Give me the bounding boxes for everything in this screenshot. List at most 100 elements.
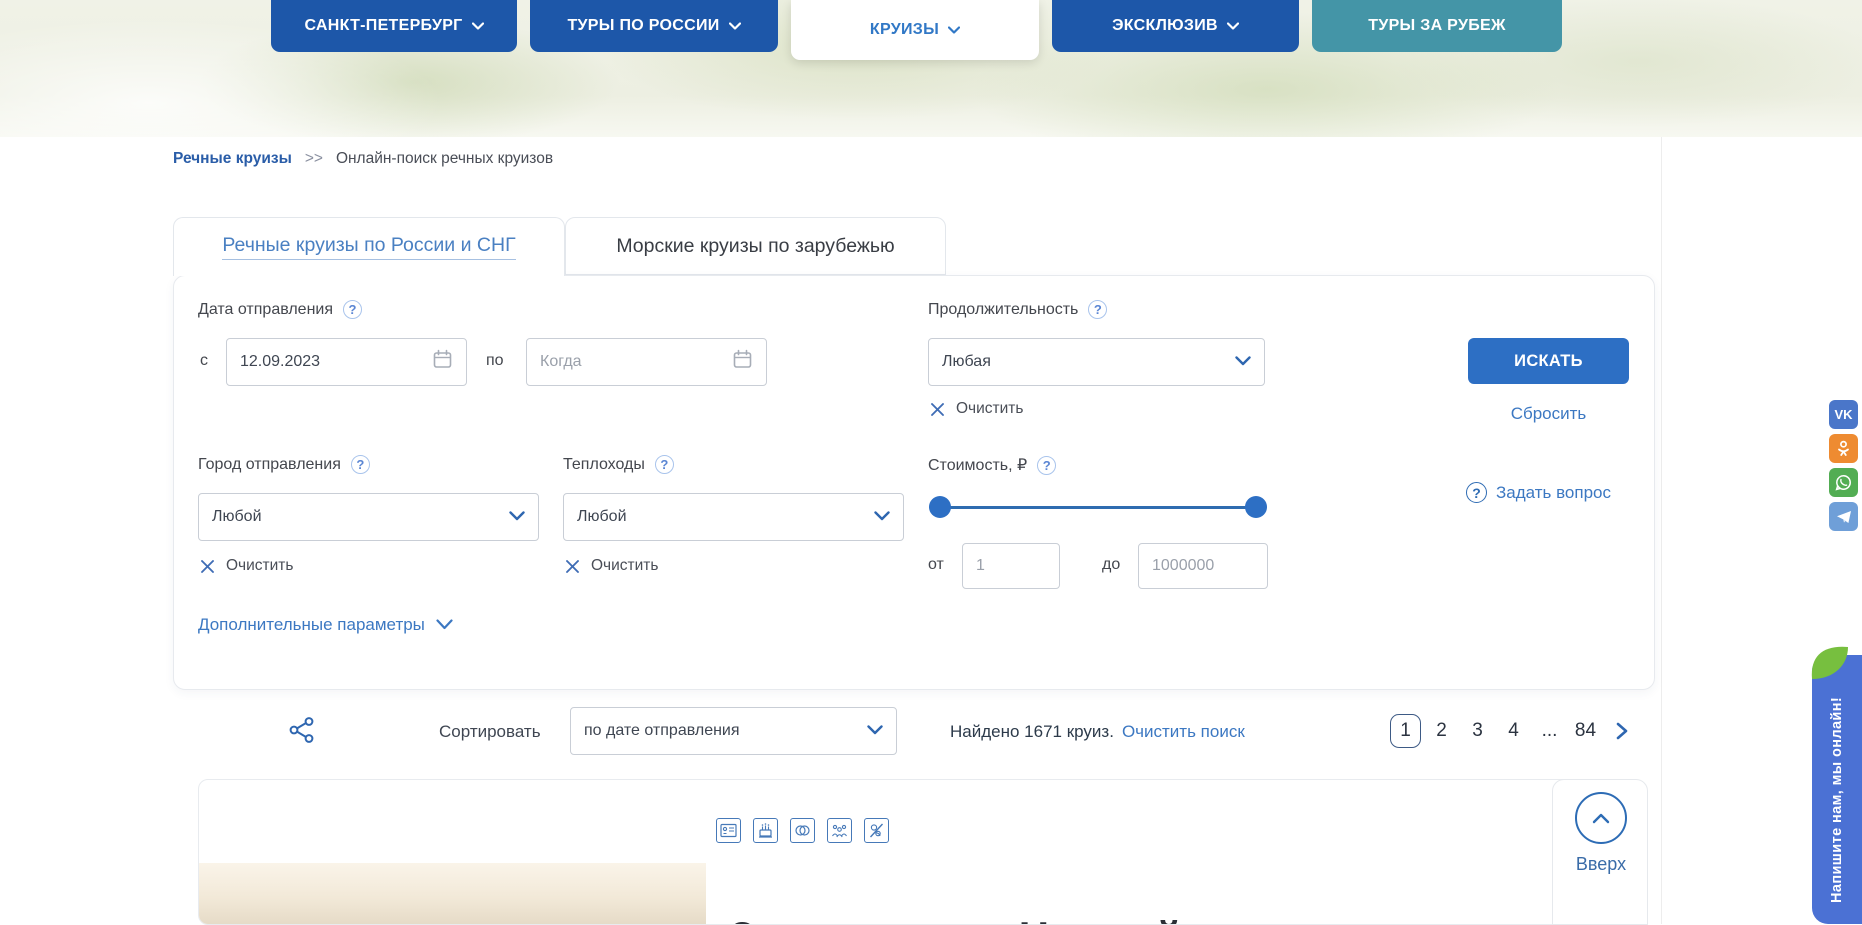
whatsapp-icon[interactable] xyxy=(1829,468,1858,497)
id-card-icon[interactable] xyxy=(716,818,741,843)
vk-icon[interactable]: VK xyxy=(1829,400,1858,429)
help-icon[interactable]: ? xyxy=(1088,300,1107,319)
breadcrumb-current: Онлайн-поиск речных круизов xyxy=(336,150,553,168)
help-icon[interactable]: ? xyxy=(1037,456,1056,475)
cruise-title-clipped[interactable]: Знакомьтесь, Нижний xyxy=(729,913,1182,925)
sort-label: Сортировать xyxy=(439,722,541,742)
extra-params-label: Дополнительные параметры xyxy=(198,615,425,635)
page-button-1[interactable]: 1 xyxy=(1390,714,1421,748)
price-to-input[interactable]: 1000000 xyxy=(1138,543,1268,589)
price-to-value: 1000000 xyxy=(1152,557,1214,575)
results-summary: Найдено 1671 круиз. Очистить поиск xyxy=(950,722,1245,742)
chevron-down-icon xyxy=(867,722,883,740)
price-slider-track[interactable] xyxy=(940,506,1256,509)
cruise-card[interactable]: Знакомьтесь, Нижний xyxy=(198,779,1630,925)
group-icon[interactable] xyxy=(827,818,852,843)
chevron-down-icon xyxy=(1235,353,1251,371)
chevron-down-icon xyxy=(874,508,890,526)
nav-button-cruises[interactable]: КРУИЗЫ xyxy=(791,0,1039,60)
nav-button-label: ЭКСКЛЮЗИВ xyxy=(1112,17,1218,35)
no-children-icon[interactable] xyxy=(864,818,889,843)
chevron-down-icon xyxy=(509,508,525,526)
departure-city-label: Город отправления ? xyxy=(198,455,370,474)
page-button-last[interactable]: 84 xyxy=(1570,714,1601,748)
nav-button-exclusive[interactable]: ЭКСКЛЮЗИВ xyxy=(1052,0,1299,52)
nav-button-label: САНКТ-ПЕТЕРБУРГ xyxy=(304,17,462,35)
chat-widget-tab[interactable]: Напишите нам, мы онлайн! xyxy=(1812,655,1862,924)
city-value: Любой xyxy=(212,508,262,526)
birthday-cake-icon[interactable] xyxy=(753,818,778,843)
ships-select[interactable]: Любой xyxy=(563,493,904,541)
breadcrumb: Речные круизы >> Онлайн-поиск речных кру… xyxy=(173,150,553,168)
calendar-icon[interactable] xyxy=(732,349,753,375)
leaf-icon xyxy=(1808,643,1850,681)
found-count-text: Найдено 1671 круиз. xyxy=(950,722,1114,742)
nav-button-label: ТУРЫ ЗА РУБЕЖ xyxy=(1368,17,1505,35)
help-icon[interactable]: ? xyxy=(343,300,362,319)
tab-river-cruises[interactable]: Речные круизы по России и СНГ xyxy=(173,217,565,276)
odnoklassniki-icon[interactable] xyxy=(1829,434,1858,463)
duration-clear-button[interactable]: Очистить xyxy=(930,400,1023,418)
pagination: 1 2 3 4 ... 84 xyxy=(1390,714,1637,748)
back-to-top-widget[interactable]: Вверх xyxy=(1552,779,1648,925)
ask-question-link[interactable]: ? Задать вопрос xyxy=(1466,482,1611,503)
cruise-photo xyxy=(199,863,706,925)
chevron-down-icon xyxy=(948,21,960,39)
tab-sea-cruises[interactable]: Морские круизы по зарубежью xyxy=(565,217,946,275)
city-clear-button[interactable]: Очистить xyxy=(200,557,293,575)
tab-label: Морские круизы по зарубежью xyxy=(616,235,894,258)
price-slider-handle-min[interactable] xyxy=(929,496,951,518)
date-to-input[interactable]: Когда xyxy=(526,338,767,386)
help-icon[interactable]: ? xyxy=(655,455,674,474)
help-icon[interactable]: ? xyxy=(351,455,370,474)
duration-label: Продолжительность ? xyxy=(928,300,1107,319)
date-from-input[interactable]: 12.09.2023 xyxy=(226,338,467,386)
page-button-4[interactable]: 4 xyxy=(1498,714,1529,748)
date-from-prefix: с xyxy=(200,352,208,370)
social-share-bar: VK xyxy=(1829,400,1858,531)
clear-x-icon xyxy=(200,559,215,574)
search-button[interactable]: ИСКАТЬ xyxy=(1468,338,1629,384)
nav-button-label: ТУРЫ ПО РОССИИ xyxy=(567,17,719,35)
chat-label: Напишите нам, мы онлайн! xyxy=(1812,685,1862,915)
ships-clear-button[interactable]: Очистить xyxy=(565,557,658,575)
price-from-prefix: от xyxy=(928,556,944,574)
duration-select[interactable]: Любая xyxy=(928,338,1265,386)
nav-button-russia-tours[interactable]: ТУРЫ ПО РОССИИ xyxy=(530,0,778,52)
breadcrumb-root-link[interactable]: Речные круизы xyxy=(173,150,292,168)
chevron-down-icon xyxy=(1227,17,1239,35)
chevron-down-icon xyxy=(729,17,741,35)
telegram-icon[interactable] xyxy=(1829,502,1858,531)
content-edge-divider xyxy=(1661,137,1662,924)
price-slider-handle-max[interactable] xyxy=(1245,496,1267,518)
calendar-icon[interactable] xyxy=(432,349,453,375)
price-from-input[interactable]: 1 xyxy=(962,543,1060,589)
nav-button-spb[interactable]: САНКТ-ПЕТЕРБУРГ xyxy=(271,0,517,52)
reset-button[interactable]: Сбросить xyxy=(1468,404,1629,424)
extra-params-toggle[interactable]: Дополнительные параметры xyxy=(198,615,453,635)
vk-logo-text: VK xyxy=(1834,407,1852,422)
wedding-rings-icon[interactable] xyxy=(790,818,815,843)
up-arrow-icon[interactable] xyxy=(1575,792,1627,844)
next-page-chevron-icon[interactable] xyxy=(1606,714,1637,748)
page-ellipsis: ... xyxy=(1534,714,1565,748)
clear-label: Очистить xyxy=(226,557,293,575)
departure-city-select[interactable]: Любой xyxy=(198,493,539,541)
clear-label: Очистить xyxy=(956,400,1023,418)
page-button-3[interactable]: 3 xyxy=(1462,714,1493,748)
clear-x-icon xyxy=(565,559,580,574)
tab-label: Речные круизы по России и СНГ xyxy=(222,234,515,260)
page-button-2[interactable]: 2 xyxy=(1426,714,1457,748)
label-text: Продолжительность xyxy=(928,301,1078,319)
price-label: Стоимость, ₽ ? xyxy=(928,455,1056,475)
sort-select[interactable]: по дате отправления xyxy=(570,707,897,755)
share-icon[interactable] xyxy=(288,716,316,749)
date-to-prefix: по xyxy=(486,352,504,370)
ships-value: Любой xyxy=(577,508,627,526)
nav-button-label: КРУИЗЫ xyxy=(870,21,939,39)
duration-value: Любая xyxy=(942,353,991,371)
date-to-placeholder: Когда xyxy=(540,353,582,371)
clear-search-link[interactable]: Очистить поиск xyxy=(1122,722,1245,742)
question-circle-icon: ? xyxy=(1466,482,1487,503)
nav-button-abroad-tours[interactable]: ТУРЫ ЗА РУБЕЖ xyxy=(1312,0,1562,52)
